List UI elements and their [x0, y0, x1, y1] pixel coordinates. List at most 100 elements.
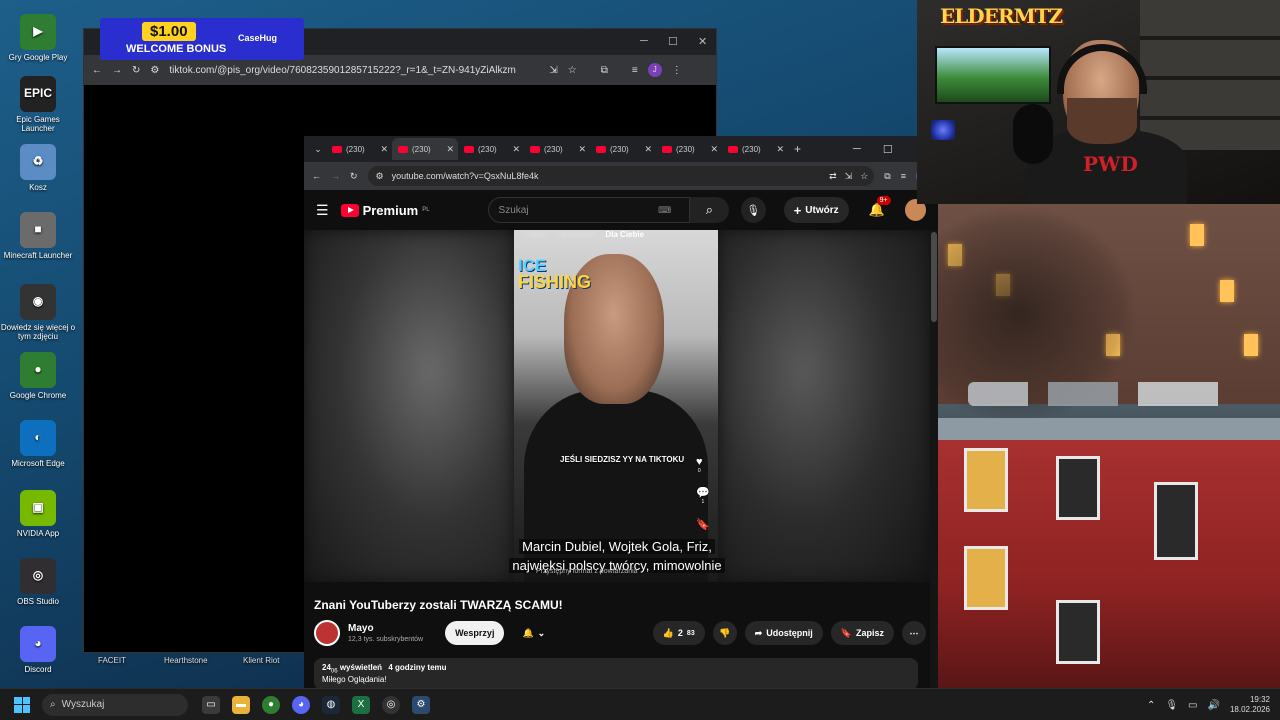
- close-tab-icon[interactable]: ✕: [776, 144, 784, 155]
- desktop-icon[interactable]: ● Google Chrome: [0, 352, 76, 400]
- install-icon[interactable]: ⇲: [845, 171, 853, 182]
- install-icon[interactable]: ⇲: [549, 65, 557, 76]
- youtube-logo-text: Premium: [362, 202, 419, 218]
- hamburger-menu-icon[interactable]: ☰: [316, 202, 329, 219]
- chrome-icon[interactable]: ●: [262, 695, 280, 714]
- maximize-icon[interactable]: ☐: [883, 143, 893, 156]
- browser-tab[interactable]: (230) ✕: [392, 138, 458, 160]
- network-icon[interactable]: ▭: [1188, 700, 1197, 711]
- support-button[interactable]: Wesprzyj: [445, 621, 505, 645]
- create-button[interactable]: + Utwórz: [783, 197, 849, 223]
- forward-icon[interactable]: →: [331, 171, 340, 181]
- search-input[interactable]: Szukaj ⌨: [487, 197, 691, 223]
- browser-tab[interactable]: (230) ✕: [524, 138, 590, 160]
- minimize-icon[interactable]: ─: [853, 143, 861, 155]
- forward-icon[interactable]: →: [112, 65, 122, 76]
- close-tab-icon[interactable]: ✕: [710, 144, 718, 155]
- search-button[interactable]: ⌕: [690, 197, 729, 223]
- dislike-button[interactable]: 👎: [712, 621, 737, 645]
- reload-icon[interactable]: ↻: [350, 171, 358, 182]
- voice-search-button[interactable]: 🎙: [740, 197, 766, 223]
- browser-tab[interactable]: (230) ✕: [722, 138, 788, 160]
- reload-icon[interactable]: ↻: [132, 65, 140, 76]
- browser-tab[interactable]: (230) ✕: [458, 138, 524, 160]
- youtube-logo[interactable]: Premium PL: [340, 202, 430, 218]
- video-player[interactable]: Odkryj Obserwuje Dla Ciebie ICE FISHING …: [304, 230, 930, 582]
- desktop-icon[interactable]: ◉ Dowiedz się więcej o tym zdjęciu: [0, 284, 76, 341]
- page-scrollbar[interactable]: [930, 230, 938, 688]
- channel-name[interactable]: Mayo: [348, 623, 423, 634]
- site-info-icon[interactable]: ⚙: [376, 171, 384, 182]
- media-icon[interactable]: ≡: [632, 65, 638, 76]
- start-button[interactable]: [14, 696, 30, 713]
- new-tab-icon[interactable]: +: [794, 142, 801, 156]
- desktop-icon-faceit-label[interactable]: FACEIT: [98, 656, 126, 665]
- like-button[interactable]: 👍 2 83: [652, 621, 705, 645]
- site-info-icon[interactable]: ⚙: [150, 65, 159, 76]
- clock[interactable]: 19:32 18.02.2026: [1230, 695, 1270, 716]
- bookmark-star-icon[interactable]: ☆: [568, 65, 577, 76]
- back-icon[interactable]: ←: [92, 65, 102, 76]
- back-icon[interactable]: ←: [312, 171, 321, 181]
- desktop-icon[interactable]: ♻ Kosz: [0, 144, 76, 192]
- excel-icon[interactable]: X: [352, 695, 370, 714]
- browser-window-youtube[interactable]: ⌄ (230) ✕ (230) ✕ (230) ✕ (230) ✕ (230) ✕ (230) ✕ (2…: [304, 136, 938, 690]
- address-bar: ← → ↻ ⚙ youtube.com/watch?v=QsxNuL8fe4k …: [304, 162, 938, 190]
- save-button[interactable]: 🔖 Zapisz: [830, 621, 894, 645]
- url-field[interactable]: ⚙ youtube.com/watch?v=QsxNuL8fe4k ⇄ ⇲ ☆: [367, 166, 875, 186]
- file-explorer-icon[interactable]: ▬: [232, 695, 250, 714]
- chevron-up-icon[interactable]: ⌃: [1147, 700, 1155, 711]
- casino-ad-banner[interactable]: $1.00 WELCOME BONUS CaseHug: [100, 18, 304, 60]
- bookmark-star-icon[interactable]: ☆: [860, 171, 868, 182]
- profile-avatar[interactable]: J: [647, 63, 662, 77]
- tab-search-icon[interactable]: ⌄: [310, 144, 326, 155]
- maximize-icon[interactable]: ☐: [668, 35, 678, 48]
- desktop-icon[interactable]: EPIC Epic Games Launcher: [0, 76, 76, 133]
- discord-icon[interactable]: ◕: [292, 695, 310, 714]
- media-icon[interactable]: ≡: [901, 171, 906, 181]
- scrollbar-thumb[interactable]: [931, 232, 937, 322]
- close-tab-icon[interactable]: ✕: [380, 144, 388, 155]
- menu-icon[interactable]: ⋮: [672, 65, 682, 76]
- shirt-logo: PWD: [1083, 152, 1138, 176]
- desktop-icon[interactable]: ◕ Discord: [0, 626, 76, 674]
- desktop-icon[interactable]: ◎ OBS Studio: [0, 558, 76, 606]
- translate-icon[interactable]: ⇄: [829, 171, 837, 182]
- more-actions-button[interactable]: ⋯: [902, 621, 926, 645]
- desktop-icon[interactable]: ▶ Gry Google Play: [0, 14, 76, 62]
- browser-tab[interactable]: (230) ✕: [656, 138, 722, 160]
- extensions-icon[interactable]: ⧉: [601, 65, 608, 76]
- subtitle-line-1: Marcin Dubiel, Wojtek Gola, Friz,: [519, 539, 715, 554]
- steam-icon[interactable]: ◍: [322, 695, 340, 714]
- browser-tab[interactable]: (230) ✕: [326, 138, 392, 160]
- url-text[interactable]: tiktok.com/@pis_org/video/76082359012857…: [169, 65, 539, 76]
- close-tab-icon[interactable]: ✕: [644, 144, 652, 155]
- extensions-icon[interactable]: ⧉: [884, 171, 890, 182]
- minimize-icon[interactable]: ─: [640, 35, 648, 47]
- channel-row: Mayo 12,3 tys. subskrybentów Wesprzyj 🔔 ⌄…: [314, 620, 926, 646]
- microphone-icon[interactable]: 🎙: [1165, 700, 1178, 711]
- close-tab-icon[interactable]: ✕: [578, 144, 586, 155]
- close-icon[interactable]: ✕: [698, 35, 707, 48]
- share-button[interactable]: ➦ Udostępnij: [744, 621, 823, 645]
- desktop-icon[interactable]: ▣ NVIDIA App: [0, 490, 76, 538]
- settings-gear-icon[interactable]: ⚙: [412, 695, 430, 714]
- tab-title: (230): [610, 144, 629, 154]
- description-box[interactable]: 2406 wyświetleń 4 godziny temu Miłego Og…: [314, 658, 918, 690]
- desktop-icon-riot-label[interactable]: Klient Riot: [243, 656, 279, 665]
- obs-icon[interactable]: ◎: [382, 695, 400, 714]
- desktop-icon[interactable]: ■ Minecraft Launcher: [0, 212, 76, 260]
- subscribe-bell-button[interactable]: 🔔 ⌄: [512, 621, 555, 645]
- tiktok-small-caption: Przystępny format z powtarzania: [536, 568, 638, 575]
- notifications-button[interactable]: 🔔 9+: [869, 196, 891, 218]
- volume-icon[interactable]: 🔊: [1208, 700, 1220, 711]
- close-tab-icon[interactable]: ✕: [512, 144, 520, 155]
- browser-tab[interactable]: (230) ✕: [590, 138, 656, 160]
- channel-avatar[interactable]: [314, 620, 340, 646]
- desktop-icon-hearthstone-label[interactable]: Hearthstone: [164, 656, 208, 665]
- desktop-icon[interactable]: ◐ Microsoft Edge: [0, 420, 76, 468]
- task-view-icon[interactable]: ▭: [202, 695, 220, 714]
- keyboard-icon[interactable]: ⌨: [658, 205, 671, 216]
- close-tab-icon[interactable]: ✕: [446, 144, 454, 155]
- taskbar-search[interactable]: ⌕ Wyszukaj: [42, 693, 188, 716]
